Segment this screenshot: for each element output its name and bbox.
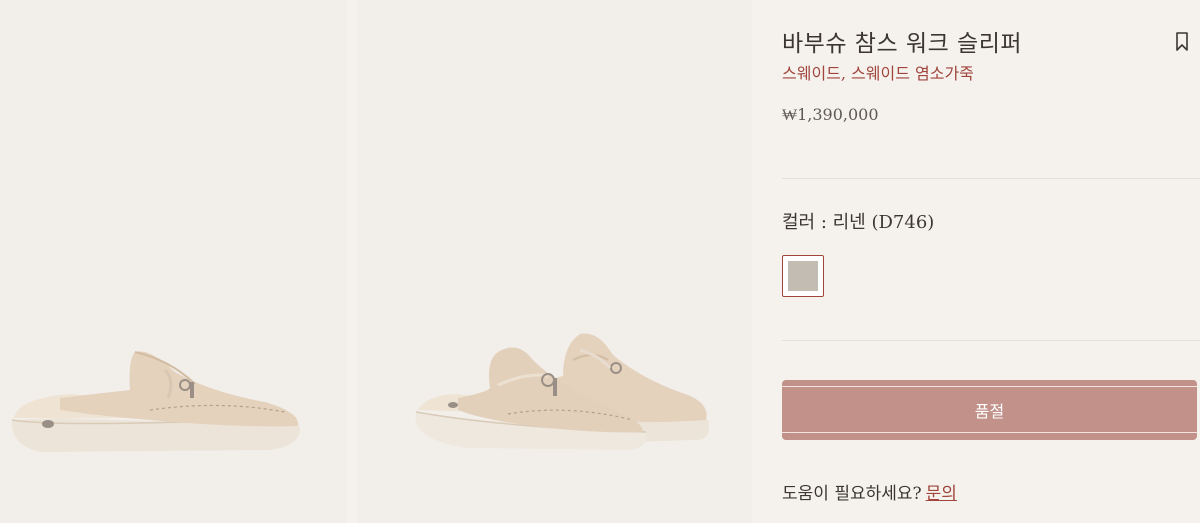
product-image-side-view[interactable] bbox=[0, 0, 346, 523]
product-image-pair-view[interactable] bbox=[358, 0, 752, 523]
contact-link[interactable]: 문의 bbox=[926, 484, 957, 504]
help-text: 도움이 필요하세요? bbox=[782, 484, 922, 504]
product-material: 스웨이드, 스웨이드 염소가죽 bbox=[782, 64, 974, 83]
product-title: 바부슈 참스 워크 슬리퍼 bbox=[782, 31, 1023, 57]
color-swatch-linen[interactable] bbox=[782, 255, 824, 297]
shoe-side-illustration bbox=[11, 351, 300, 452]
bookmark-icon[interactable] bbox=[1175, 32, 1189, 52]
divider bbox=[782, 340, 1200, 341]
divider bbox=[782, 178, 1200, 179]
color-label: 컬러 : 리넨 (D746) bbox=[782, 212, 935, 233]
button-inner-line bbox=[782, 386, 1197, 387]
product-gallery bbox=[0, 0, 752, 523]
help-section: 도움이 필요하세요? 문의 bbox=[782, 479, 957, 504]
product-price: ₩1,390,000 bbox=[782, 105, 879, 124]
button-inner-line bbox=[782, 432, 1197, 433]
sold-out-button[interactable]: 품절 bbox=[782, 380, 1197, 440]
sold-out-label: 품절 bbox=[974, 402, 1005, 421]
color-swatch-fill bbox=[788, 261, 818, 291]
product-info-panel: 바부슈 참스 워크 슬리퍼 스웨이드, 스웨이드 염소가죽 ₩1,390,000… bbox=[782, 0, 1200, 523]
shoe-pair-illustration bbox=[415, 333, 710, 450]
